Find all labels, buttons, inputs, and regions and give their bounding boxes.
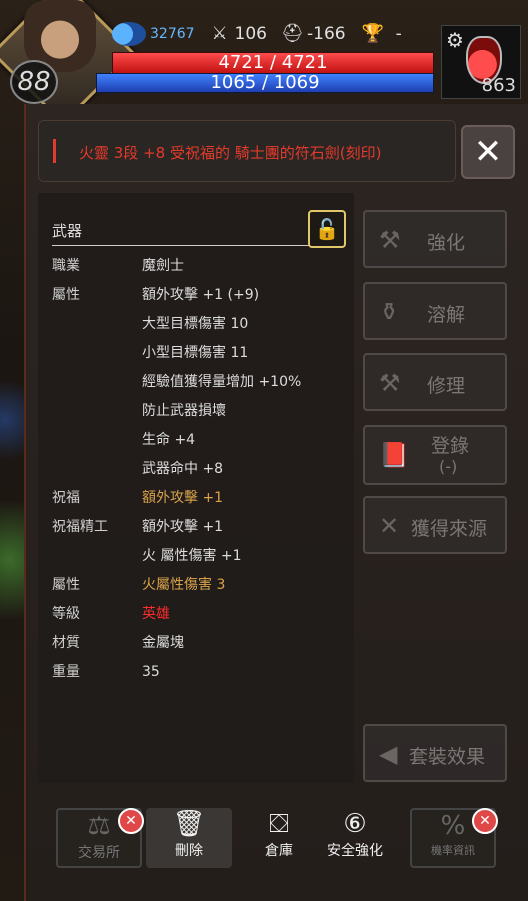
attribute-value: 大型目標傷害 10: [142, 316, 249, 332]
mp-bar: 1065 / 1069: [96, 73, 434, 93]
exchange-disabled-icon: ✕: [118, 808, 144, 834]
section-title: 武器: [52, 222, 83, 240]
dissolve-label: 溶解: [427, 304, 466, 326]
trash-icon: 🗑: [172, 809, 206, 839]
attribute-key: 職業: [52, 258, 80, 274]
register-label: 登錄: [431, 435, 470, 457]
repair-label: 修理: [427, 375, 466, 397]
tools-icon: ⚒: [379, 369, 401, 397]
delete-button[interactable]: 🗑 刪除: [146, 808, 232, 868]
mana-resource-value: 32767: [150, 26, 195, 42]
sword-icon: ⚔: [211, 23, 228, 44]
register-sublabel: (-): [439, 457, 458, 476]
trophy-icon: 🏆: [361, 23, 385, 44]
exchange-label: 交易所: [78, 845, 120, 861]
attack-value: 106: [234, 24, 267, 44]
register-button[interactable]: 📕 登錄 (-): [363, 425, 507, 485]
attribute-value: 魔劍士: [142, 258, 184, 274]
stat-row: 32767 ⚔ 106 ⛑ -166 🏆 -: [112, 22, 402, 46]
set-effect-label: 套裝效果: [409, 746, 486, 768]
potion-count: 863: [481, 75, 516, 96]
attribute-value: 火 屬性傷害 +1: [142, 548, 242, 564]
source-button[interactable]: ✕ 獲得來源: [363, 496, 507, 554]
close-icon: ✕: [473, 132, 503, 172]
attribute-value: 金屬塊: [142, 635, 184, 651]
warehouse-label: 倉庫: [265, 843, 293, 859]
attribute-key: 重量: [52, 664, 80, 680]
helmet-icon: ⛑: [281, 23, 304, 44]
title-accent: [53, 139, 56, 163]
attribute-value: 額外攻擊 +1: [142, 519, 224, 535]
source-label: 獲得來源: [411, 518, 488, 540]
attribute-key: 屬性: [52, 577, 80, 593]
attribute-value: 生命 +4: [142, 432, 196, 448]
rate-info-disabled-icon: ✕: [472, 808, 498, 834]
item-title-bar: 火靈 3段 +8 受祝福的 騎士團的符石劍(刻印): [38, 120, 456, 182]
lock-icon[interactable]: 🔓: [308, 210, 346, 248]
warehouse-button[interactable]: ⛋ 倉庫: [236, 808, 322, 868]
gear-icon[interactable]: ⚙: [446, 28, 464, 52]
attribute-key: 屬性: [52, 287, 80, 303]
attribute-value: 英雄: [142, 606, 170, 622]
section-divider: [52, 245, 322, 246]
attribute-key: 材質: [52, 635, 80, 651]
attribute-value: 防止武器損壞: [142, 403, 226, 419]
close-button[interactable]: ✕: [461, 125, 515, 179]
attribute-key: 等級: [52, 606, 80, 622]
repair-button[interactable]: ⚒ 修理: [363, 353, 507, 411]
safe-enhance-label: 安全強化: [327, 843, 383, 859]
trophy-value: -: [395, 24, 402, 44]
rate-info-label: 機率資訊: [431, 844, 475, 857]
anvil-6-icon: ⑥: [343, 809, 367, 839]
book-icon: 📕: [379, 441, 409, 469]
defense-value: -166: [307, 24, 346, 44]
dissolve-button[interactable]: ⚱ 溶解: [363, 282, 507, 340]
chevron-down-icon: ✕: [379, 512, 400, 540]
attribute-value: 經驗值獲得量增加 +10%: [142, 374, 302, 390]
mana-orb-icon: [112, 22, 146, 46]
set-effect-button[interactable]: ◀ 套裝效果: [363, 724, 507, 782]
chevron-left-icon: ◀: [379, 740, 398, 768]
enhance-button[interactable]: ⚒ 強化: [363, 210, 507, 268]
attribute-key: 祝福: [52, 490, 80, 506]
enhance-label: 強化: [427, 232, 466, 254]
attribute-value: 武器命中 +8: [142, 461, 224, 477]
attribute-key: 祝福精工: [52, 519, 108, 535]
potion-slot[interactable]: ⚙ 863: [441, 25, 521, 99]
chest-icon: ⛋: [269, 809, 289, 839]
player-hud: 88 32767 ⚔ 106 ⛑ -166 🏆 - 4721 / 4721 10…: [0, 0, 528, 126]
attribute-value: 小型目標傷害 11: [142, 345, 249, 361]
safe-enhance-button[interactable]: ⑥ 安全強化: [312, 808, 398, 868]
level-badge: 88: [10, 60, 58, 104]
attribute-value: 火屬性傷害 3: [142, 577, 226, 593]
hp-bar: 4721 / 4721: [112, 52, 434, 74]
attribute-value: 35: [142, 664, 160, 680]
jar-icon: ⚱: [379, 298, 400, 326]
delete-label: 刪除: [175, 843, 203, 859]
attribute-value: 額外攻擊 +1 (+9): [142, 287, 260, 303]
anvil-icon: ⚒: [379, 226, 401, 254]
attribute-value: 額外攻擊 +1: [142, 490, 224, 506]
item-title: 火靈 3段 +8 受祝福的 騎士團的符石劍(刻印): [79, 144, 382, 162]
